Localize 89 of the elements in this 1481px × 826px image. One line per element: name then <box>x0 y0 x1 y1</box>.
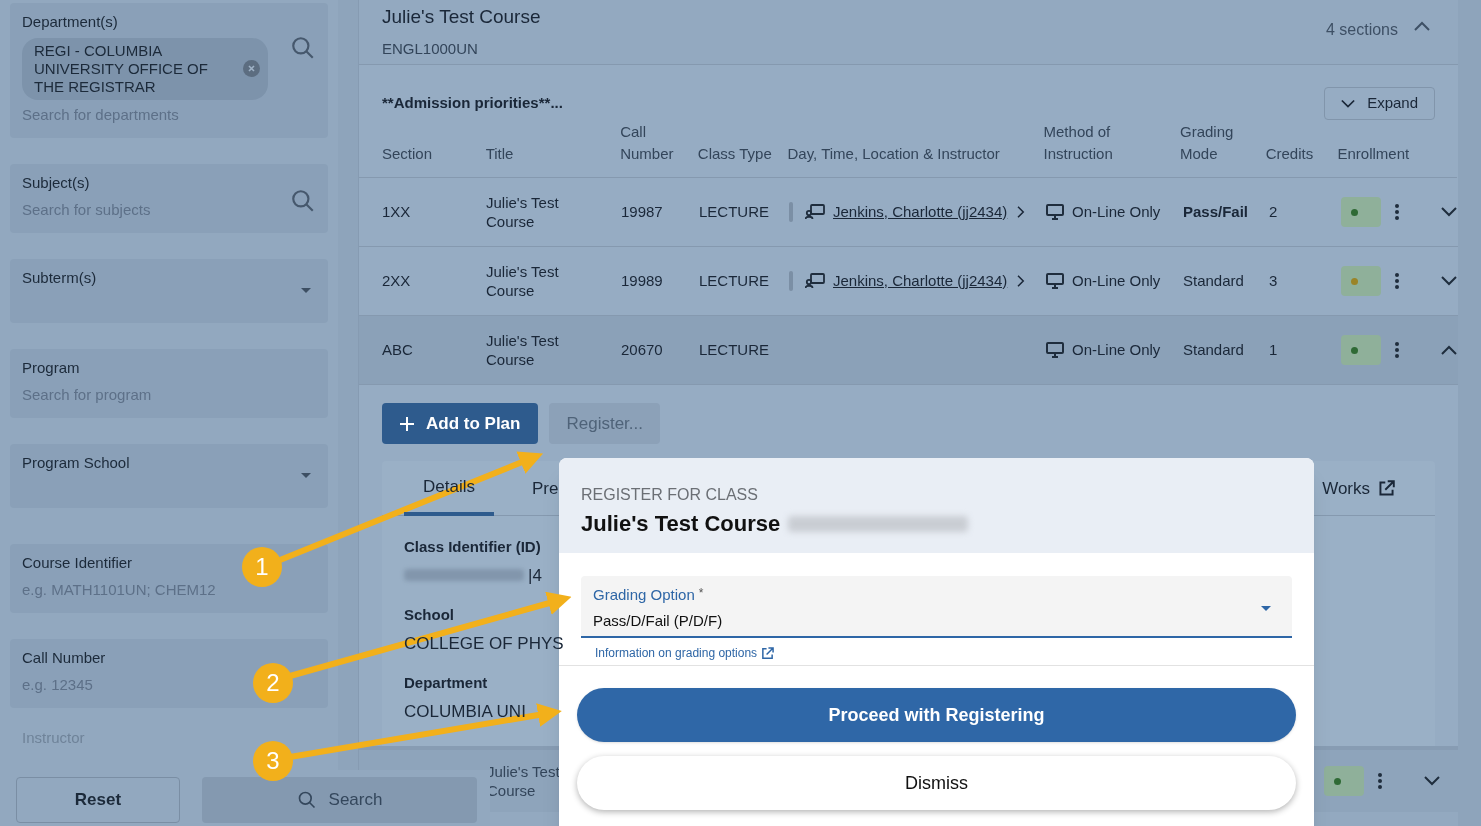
more-options-icon[interactable] <box>1395 204 1399 220</box>
field-value: Pass/D/Fail (P/D/F) <box>593 610 724 631</box>
table-cell-text: 19989 <box>621 270 664 291</box>
grading-option-select[interactable]: Grading Option * Pass/D/Fail (P/D/F) <box>581 576 1292 638</box>
detail-label: School <box>404 605 454 625</box>
search-icon <box>296 790 317 810</box>
admission-notice: **Admission priorities**... <box>382 93 563 114</box>
dropdown-caret-icon[interactable] <box>300 472 312 479</box>
dropdown-caret-icon[interactable] <box>300 287 312 294</box>
field-label: Department(s) <box>22 12 118 32</box>
column-header: Method of Instruction <box>1043 122 1114 164</box>
dropdown-caret-icon[interactable] <box>1260 605 1272 612</box>
add-to-plan-button[interactable]: Add to Plan <box>382 403 539 444</box>
more-options-icon[interactable] <box>1395 342 1399 358</box>
column-header: Section <box>382 144 434 164</box>
more-options-icon[interactable] <box>1378 773 1382 789</box>
table-cell-text: On-Line Only <box>1072 270 1161 291</box>
column-header: Enrollment <box>1337 144 1411 164</box>
course-title: Julie's Test Course <box>382 5 541 29</box>
table-cell-text: On-Line Only <box>1072 339 1161 360</box>
table-cell-text: On-Line Only <box>1072 201 1161 222</box>
table-cell-text: Standard <box>1183 339 1245 360</box>
detail-value: COLUMBIA UNI <box>404 700 526 723</box>
proceed-button[interactable]: Proceed with Registering <box>577 688 1296 742</box>
course-code: ENGL1000UN <box>382 38 479 59</box>
search-button[interactable]: Search <box>202 777 477 823</box>
table-cell-text: 2 <box>1269 201 1279 222</box>
presenter-icon <box>805 204 825 220</box>
column-header: Credits <box>1265 144 1315 164</box>
table-cell-text: Julie's Test Course <box>486 193 560 231</box>
table-cell-text: 1 <box>1269 339 1279 360</box>
more-options-icon[interactable] <box>1395 273 1399 289</box>
instructor-link[interactable]: Jenkins, Charlotte (jj2434) <box>833 269 1008 293</box>
field-label: Grading Option <box>593 585 695 605</box>
table-cell-text: 19987 <box>621 201 664 222</box>
detail-value: |4 <box>528 564 542 587</box>
field-label: Subterm(s) <box>22 268 97 288</box>
field-label: Subject(s) <box>22 173 90 193</box>
grading-info-link[interactable]: Information on grading options <box>595 644 1292 662</box>
monitor-icon <box>1046 204 1064 220</box>
table-cell-text: Julie's Test Course <box>486 262 560 300</box>
table-cell-text: 3 <box>1269 270 1279 291</box>
table-cell-text: LECTURE <box>699 270 770 291</box>
enrollment-status[interactable] <box>1341 335 1381 365</box>
sections-count: 4 sections <box>1325 20 1398 40</box>
chevron-up-icon[interactable] <box>1441 345 1457 355</box>
external-link-icon[interactable] <box>1378 480 1395 497</box>
table-cell-text: Pass/Fail <box>1183 201 1250 222</box>
detail-label: Department <box>404 673 488 693</box>
tab[interactable]: Pre <box>532 461 559 516</box>
expand-button[interactable]: Expand <box>1324 87 1435 120</box>
table-cell-text: 20670 <box>621 339 664 360</box>
chevron-up-icon[interactable] <box>1414 21 1430 31</box>
search-icon <box>290 35 316 61</box>
enrollment-status[interactable] <box>1341 197 1381 227</box>
field-label: Program <box>22 358 80 378</box>
field-label: Program School <box>22 453 130 473</box>
tab[interactable]: Works <box>1322 461 1395 516</box>
department-chip[interactable]: REGI - COLUMBIA UNIVERSITY OFFICE OF THE REGISTRAR <box>22 37 268 100</box>
monitor-icon <box>1046 273 1064 289</box>
dialog-title: Julie's Test Course <box>581 510 781 538</box>
table-cell-text: LECTURE <box>699 201 770 222</box>
external-link-icon[interactable] <box>761 646 775 660</box>
required-mark: * <box>698 585 704 602</box>
column-header: Grading Mode <box>1180 122 1235 164</box>
monitor-icon <box>1046 342 1064 358</box>
table-cell-text: Standard <box>1183 270 1245 291</box>
filter-field[interactable]: Subterm(s) <box>10 259 328 323</box>
reset-button[interactable]: Reset <box>16 777 180 823</box>
presenter-icon <box>805 273 825 289</box>
column-header: Title <box>485 144 515 164</box>
column-header: Class Type <box>697 144 773 164</box>
table-cell-text: ABC <box>382 339 414 360</box>
field-label: Call Number <box>22 648 106 668</box>
instructor-link[interactable]: Jenkins, Charlotte (jj2434) <box>833 200 1008 224</box>
column-header: Call Number <box>620 122 675 164</box>
table-cell-text: LECTURE <box>699 339 770 360</box>
plus-icon <box>400 416 414 431</box>
dialog-eyebrow: REGISTER FOR CLASS <box>581 485 759 505</box>
enrollment-status[interactable] <box>1324 766 1364 796</box>
column-header: Day, Time, Location & Instructor <box>787 144 1001 164</box>
filter-field[interactable]: Program School <box>10 444 328 508</box>
table-cell-text: 1XX <box>382 201 412 222</box>
table-cell-text: Julie's Test Course <box>486 331 560 369</box>
field-label: Course Identifier <box>22 553 133 573</box>
dismiss-button[interactable]: Dismiss <box>577 756 1296 810</box>
search-icon <box>290 188 316 214</box>
detail-label: Class Identifier (ID) <box>404 537 541 557</box>
table-cell-text: 2XX <box>382 270 412 291</box>
